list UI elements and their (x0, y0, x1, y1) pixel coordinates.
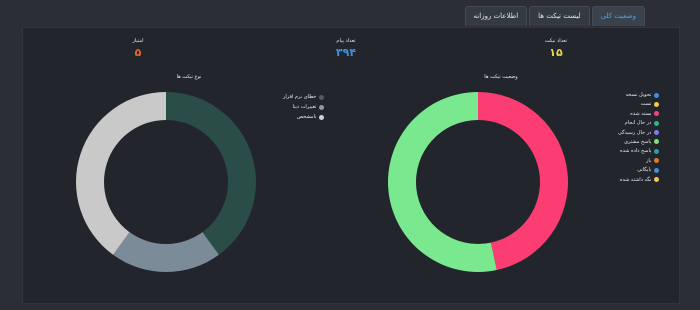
chart-ticket-types-title: نوع تیکت ها (176, 74, 202, 80)
chart-ticket-status-legend: تحویل نسخه تست بسته شده در حال انجام در حال … (618, 92, 660, 183)
legend-label: خطای نرم افزار (283, 94, 317, 100)
legend-item[interactable]: تست (618, 101, 660, 108)
legend-swatch (654, 92, 660, 98)
stat-tickets-value: ۱۵ (549, 46, 563, 59)
legend-item[interactable]: تحویل نسخه (618, 92, 660, 98)
chart-ticket-status-donut (387, 92, 568, 272)
legend-label: در حال رسیدگی (618, 129, 652, 136)
legend-item[interactable]: نگه داشته شده (618, 176, 660, 183)
legend-item[interactable]: باز (618, 157, 660, 164)
legend-item[interactable]: پاسخ داده شده (618, 148, 660, 155)
legend-item[interactable]: تغییرات دیتا (283, 104, 325, 110)
legend-label: پاسخ داده شده (619, 148, 652, 155)
legend-swatch (654, 101, 660, 107)
legend-label: تحویل نسخه (625, 92, 652, 98)
tab-overview[interactable]: وضعیت کلی (591, 6, 645, 26)
donut-slice[interactable] (166, 92, 256, 255)
donut-slice[interactable] (478, 92, 568, 271)
legend-item[interactable]: نامشخص (283, 114, 325, 120)
legend-item[interactable]: بسته شده (618, 110, 660, 117)
legend-item[interactable]: بایگانی (618, 167, 660, 174)
legend-label: نامشخص (296, 114, 317, 120)
chart-ticket-status-title: وضعیت تیکت ها (484, 74, 518, 80)
legend-label: بسته شده (630, 110, 652, 117)
legend-label: تغییرات دیتا (292, 104, 317, 110)
legend-item[interactable]: در حال انجام (618, 120, 660, 127)
legend-label: بایگانی (637, 167, 652, 174)
stat-messages-label: تعداد پیام (336, 38, 356, 44)
donut-slice[interactable] (76, 92, 166, 255)
stat-tickets-label: تعداد تیکت (544, 38, 568, 44)
legend-swatch (654, 130, 660, 136)
legend-swatch (319, 104, 325, 110)
legend-swatch (654, 120, 660, 126)
chart-ticket-types-donut (76, 92, 256, 272)
legend-swatch (654, 167, 660, 173)
stat-tickets: تعداد تیکت ۱۵ (545, 38, 567, 59)
stat-score-value: ۵ (134, 46, 142, 59)
legend-label: پاسخ مشتری (624, 138, 652, 145)
legend-label: در حال انجام (624, 120, 652, 127)
legend-item[interactable]: در حال رسیدگی (618, 129, 660, 136)
stat-messages-value: ۳۹۴ (335, 46, 357, 59)
stat-score: امتیاز ۵ (132, 38, 143, 59)
legend-swatch (654, 139, 660, 145)
legend-swatch (654, 158, 660, 164)
tab-ticket-list[interactable]: لیست تیکت ها (529, 6, 590, 26)
donut-slice[interactable] (113, 232, 219, 272)
legend-label: تست (640, 101, 652, 108)
legend-swatch (319, 114, 325, 120)
legend-swatch (654, 111, 660, 117)
dashboard-panel: تعداد تیکت ۱۵ تعداد پیام ۳۹۴ امتیاز ۵ وض… (22, 27, 680, 304)
legend-item[interactable]: خطای نرم افزار (283, 94, 325, 100)
legend-item[interactable]: پاسخ مشتری (618, 138, 660, 145)
tab-daily-info[interactable]: اطلاعات روزانه (464, 6, 528, 26)
stat-score-label: امتیاز (132, 38, 144, 44)
legend-swatch (654, 148, 660, 154)
legend-swatch (319, 94, 325, 100)
chart-ticket-types-legend: خطای نرم افزار تغییرات دیتا نامشخص (283, 94, 325, 120)
stat-messages: تعداد پیام ۳۹۴ (336, 38, 356, 59)
tab-bar: وضعیت کلی لیست تیکت ها اطلاعات روزانه (464, 6, 645, 26)
legend-swatch (654, 177, 660, 183)
legend-label: باز (646, 157, 652, 164)
legend-label: نگه داشته شده (619, 176, 652, 183)
